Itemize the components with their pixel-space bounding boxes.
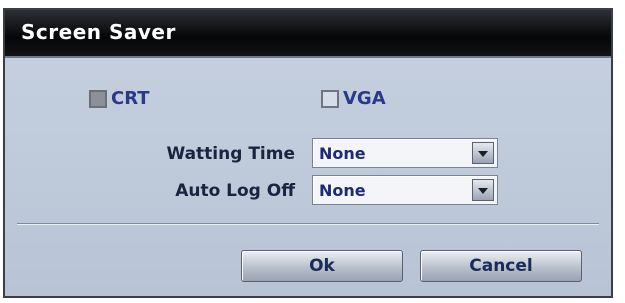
vga-checkbox[interactable]: VGA — [321, 88, 386, 109]
auto-log-off-select[interactable]: None — [312, 175, 498, 205]
ok-button[interactable]: Ok — [241, 250, 403, 282]
divider — [17, 223, 599, 225]
vga-label: VGA — [343, 88, 386, 109]
waiting-time-select[interactable]: None — [312, 138, 498, 168]
waiting-time-label: Watting Time — [166, 144, 295, 164]
crt-checkbox[interactable]: CRT — [89, 88, 150, 109]
chevron-down-icon[interactable] — [472, 142, 494, 164]
dialog-title: Screen Saver — [21, 20, 176, 44]
auto-log-off-value: None — [319, 181, 366, 200]
auto-log-off-label: Auto Log Off — [175, 181, 295, 201]
crt-label: CRT — [111, 88, 150, 109]
waiting-time-value: None — [319, 144, 366, 163]
cancel-button[interactable]: Cancel — [420, 250, 582, 282]
title-bar: Screen Saver — [5, 10, 611, 58]
crt-checkbox-box[interactable] — [89, 89, 107, 108]
chevron-down-icon[interactable] — [472, 179, 494, 201]
screen-saver-dialog: Screen Saver CRT VGA Watting Time None A… — [3, 8, 613, 298]
vga-checkbox-box[interactable] — [321, 89, 339, 108]
